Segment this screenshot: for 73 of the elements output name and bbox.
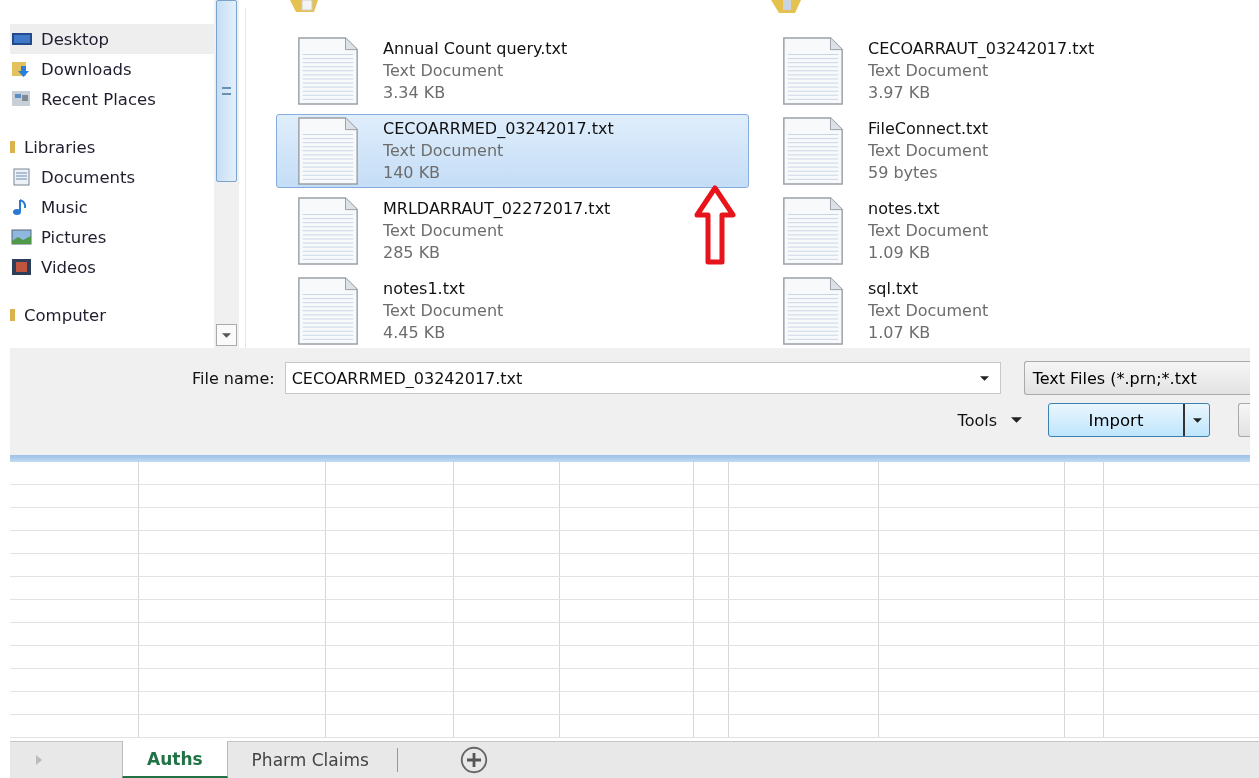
file-type-dropdown[interactable]: Text Files (*.prn;*.txt <box>1023 361 1250 395</box>
file-type: Text Document <box>383 300 504 322</box>
file-type: Text Document <box>868 220 989 242</box>
nav-item[interactable]: Desktop <box>10 24 214 54</box>
nav-item[interactable]: Pictures <box>10 222 214 252</box>
file-type: Text Document <box>868 60 990 82</box>
text-file-icon <box>782 277 844 345</box>
caret-down-icon <box>1011 417 1022 423</box>
file-name-field[interactable]: CECOARRMED_03242017.txt <box>284 362 1001 394</box>
recent-places-icon <box>11 90 33 108</box>
file-item[interactable]: notes.txt Text Document 1.09 KB <box>761 194 1234 268</box>
file-item[interactable]: MRLDARRAUT_02272017.txt Text Document 285 KB <box>276 194 749 268</box>
field-label: File name: <box>192 368 275 388</box>
nav-item[interactable]: Music <box>10 192 214 222</box>
sheet-tab[interactable]: Pharm Claims <box>227 742 393 778</box>
text-file-icon <box>297 197 359 265</box>
file-item[interactable]: Annual Count query.txt Text Document 3.34 KB <box>276 34 749 108</box>
monitor-icon <box>11 30 33 48</box>
file-size: 1.07 KB <box>868 322 932 344</box>
file-size: 4.45 KB <box>383 322 447 344</box>
nav-item[interactable]: Videos <box>10 252 214 282</box>
caret-down-icon <box>222 332 231 338</box>
file-type: Text Document <box>383 220 505 242</box>
file-size: 3.34 KB <box>383 82 447 104</box>
add-sheet-icon[interactable] <box>459 746 488 774</box>
file-size: 59 bytes <box>868 162 939 184</box>
file-item[interactable]: sql.txt Text Document 1.07 KB <box>761 274 1234 348</box>
file-size: 140 KB <box>383 162 442 184</box>
text-file-icon <box>297 277 359 345</box>
scrollbar[interactable] <box>214 0 239 348</box>
caret-down-icon <box>979 376 989 381</box>
scroll-down-button[interactable] <box>216 324 237 346</box>
nav-item[interactable]: Recent Places <box>10 84 214 114</box>
nav-item[interactable]: Downloads <box>10 54 214 84</box>
file-item[interactable]: CECOARRMED_03242017.txt Text Document 140 KB <box>276 114 749 188</box>
nav-group-label[interactable]: Computer <box>24 305 107 325</box>
text-file-icon <box>297 117 359 185</box>
file-size: 1.09 KB <box>868 242 932 264</box>
dialog-button[interactable] <box>1238 403 1250 437</box>
file-name: MRLDARRAUT_02272017.txt <box>383 198 611 220</box>
folder-icon <box>10 140 16 154</box>
file-name: notes.txt <box>868 198 941 220</box>
file-item[interactable]: notes1.txt Text Document 4.45 KB <box>276 274 749 348</box>
file-name: Annual Count query.txt <box>383 38 568 60</box>
text-file-icon <box>782 197 844 265</box>
document-icon <box>11 168 33 186</box>
caret-down-icon <box>1192 417 1202 423</box>
text-file-icon <box>297 37 359 105</box>
picture-icon <box>11 228 33 246</box>
scroll-thumb[interactable] <box>216 0 237 182</box>
folder-icon <box>10 308 16 322</box>
file-name: notes1.txt <box>383 278 466 300</box>
nav-group-label[interactable]: Libraries <box>24 137 96 157</box>
import-split-button[interactable]: Import <box>1048 403 1210 437</box>
file-type: Text Document <box>868 300 989 322</box>
film-icon <box>11 258 33 276</box>
play-icon <box>36 755 42 765</box>
file-type: Text Document <box>383 140 505 162</box>
file-size: 3.97 KB <box>868 82 932 104</box>
file-name: FileConnect.txt <box>868 118 989 140</box>
sheet-tab[interactable]: Auths <box>122 741 228 778</box>
nav-item[interactable]: Documents <box>10 162 214 192</box>
file-item[interactable]: CECOARRAUT_03242017.txt Text Document 3.97 KB <box>761 34 1234 108</box>
file-name: CECOARRMED_03242017.txt <box>383 118 614 140</box>
file-type: Text Document <box>383 60 505 82</box>
file-size: 285 KB <box>383 242 442 264</box>
file-type: Text Document <box>868 140 989 162</box>
tools-menu[interactable]: Tools <box>951 406 1028 434</box>
file-name: sql.txt <box>868 278 920 300</box>
text-file-icon <box>782 37 844 105</box>
file-name: CECOARRAUT_03242017.txt <box>868 38 1095 60</box>
text-file-icon <box>782 117 844 185</box>
file-item[interactable]: FileConnect.txt Text Document 59 bytes <box>761 114 1234 188</box>
